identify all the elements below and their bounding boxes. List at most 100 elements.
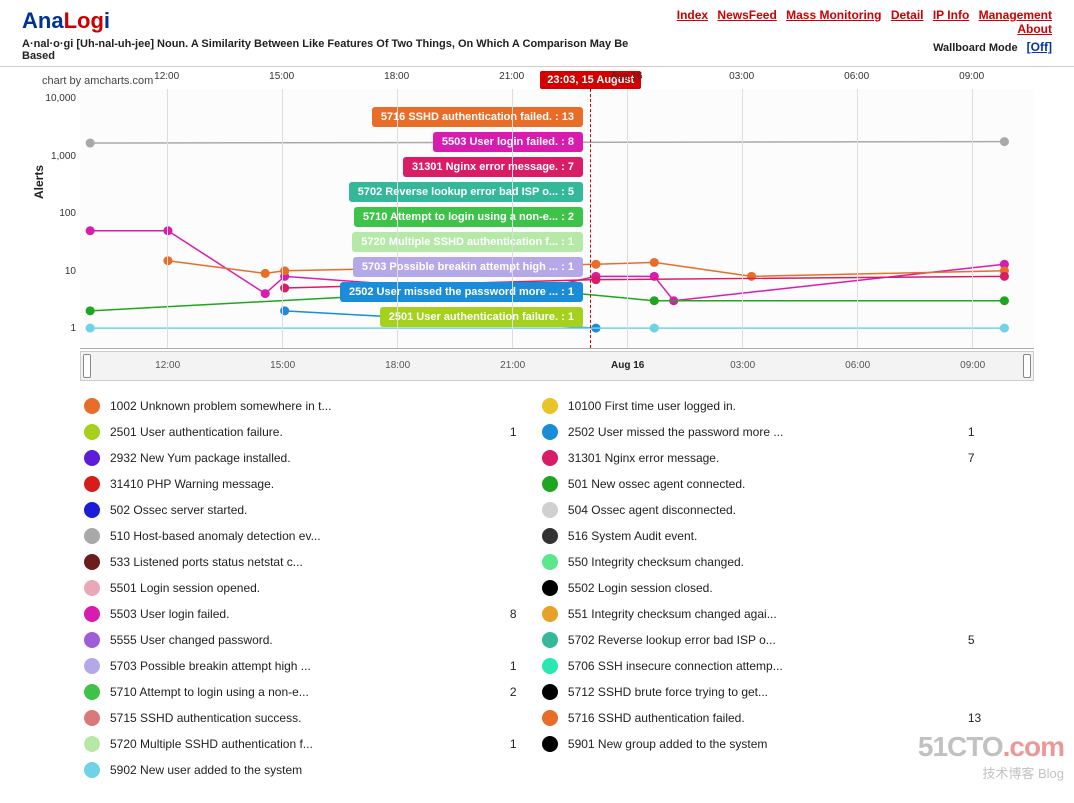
legend-swatch xyxy=(542,632,558,648)
legend-item[interactable]: 5501 Login session opened. xyxy=(80,575,538,601)
legend-label: 10100 First time user logged in. xyxy=(568,399,938,413)
y-tick: 1,000 xyxy=(38,151,76,162)
logo-part1: Ana xyxy=(22,8,64,33)
legend-item[interactable]: 5502 Login session closed. xyxy=(538,575,996,601)
time-scroller[interactable]: 12:0015:0018:0021:00Aug 1603:0006:0009:0… xyxy=(80,351,1034,381)
legend: 1002 Unknown problem somewhere in t... 25… xyxy=(80,393,1034,783)
legend-swatch xyxy=(542,580,558,596)
watermark-brand: 51CTO xyxy=(918,731,1003,762)
legend-label: 31410 PHP Warning message. xyxy=(110,477,480,491)
scroll-handle-right[interactable] xyxy=(1023,354,1031,378)
scroller-tick: 18:00 xyxy=(385,360,410,371)
legend-count: 1 xyxy=(510,425,534,439)
legend-label: 5710 Attempt to login using a non-e... xyxy=(110,685,480,699)
legend-item[interactable]: 550 Integrity checksum changed. xyxy=(538,549,996,575)
legend-label: 502 Ossec server started. xyxy=(110,503,480,517)
logo-part2: Log xyxy=(64,8,104,33)
tooltip-item: 2502 User missed the password more ... :… xyxy=(340,282,583,302)
legend-item[interactable]: 5555 User changed password. xyxy=(80,627,538,653)
legend-item[interactable]: 551 Integrity checksum changed agai... xyxy=(538,601,996,627)
legend-label: 2932 New Yum package installed. xyxy=(110,451,480,465)
legend-column-left: 1002 Unknown problem somewhere in t... 25… xyxy=(80,393,538,783)
cursor-line xyxy=(590,89,591,348)
chart-plot[interactable]: Alerts 23:03, 15 August 5716 SSHD authen… xyxy=(80,89,1034,349)
legend-swatch xyxy=(542,554,558,570)
legend-item[interactable]: 502 Ossec server started. xyxy=(80,497,538,523)
nav-mass-monitoring[interactable]: Mass Monitoring xyxy=(786,8,881,22)
plot-surface[interactable]: 23:03, 15 August 5716 SSHD authenticatio… xyxy=(80,89,1034,348)
scroller-tick: 21:00 xyxy=(500,360,525,371)
legend-label: 5703 Possible breakin attempt high ... xyxy=(110,659,480,673)
scroller-tick: 06:00 xyxy=(845,360,870,371)
nav-area: Index NewsFeed Mass Monitoring Detail IP… xyxy=(642,8,1052,54)
legend-item[interactable]: 5702 Reverse lookup error bad ISP o...5 xyxy=(538,627,996,653)
legend-label: 2501 User authentication failure. xyxy=(110,425,480,439)
tooltip-stack: 5716 SSHD authentication failed. : 13 550… xyxy=(340,107,583,327)
legend-item[interactable]: 2501 User authentication failure. 1 xyxy=(80,419,538,445)
legend-swatch xyxy=(84,450,100,466)
nav-about[interactable]: About xyxy=(1017,22,1052,36)
nav-management[interactable]: Management xyxy=(979,8,1052,22)
legend-item[interactable]: 31410 PHP Warning message. xyxy=(80,471,538,497)
legend-count: 13 xyxy=(968,711,992,725)
legend-swatch xyxy=(542,606,558,622)
legend-swatch xyxy=(542,450,558,466)
tooltip-item: 5702 Reverse lookup error bad ISP o... :… xyxy=(349,182,583,202)
legend-item[interactable]: 510 Host-based anomaly detection ev... xyxy=(80,523,538,549)
legend-item[interactable]: 501 New ossec agent connected. xyxy=(538,471,996,497)
legend-item[interactable]: 2502 User missed the password more ...1 xyxy=(538,419,996,445)
nav-ip-info[interactable]: IP Info xyxy=(933,8,969,22)
legend-item[interactable]: 5710 Attempt to login using a non-e...2 xyxy=(80,679,538,705)
legend-item[interactable]: 5902 New user added to the system xyxy=(80,757,538,783)
legend-swatch xyxy=(84,528,100,544)
wallboard-toggle[interactable]: [Off] xyxy=(1027,40,1052,54)
scroll-handle-left[interactable] xyxy=(83,354,91,378)
legend-label: 1002 Unknown problem somewhere in t... xyxy=(110,399,480,413)
x-tick: 12:00 xyxy=(154,71,179,82)
legend-label: 5716 SSHD authentication failed. xyxy=(568,711,938,725)
legend-label: 551 Integrity checksum changed agai... xyxy=(568,607,938,621)
tooltip-item: 5503 User login failed. : 8 xyxy=(433,132,583,152)
nav-newsfeed[interactable]: NewsFeed xyxy=(717,8,776,22)
nav-detail[interactable]: Detail xyxy=(891,8,924,22)
wallboard-mode: Wallboard Mode [Off] xyxy=(642,40,1052,54)
x-tick: 06:00 xyxy=(844,71,869,82)
scroller-tick: Aug 16 xyxy=(611,360,644,371)
legend-item[interactable]: 533 Listened ports status netstat c... xyxy=(80,549,538,575)
legend-item[interactable]: 516 System Audit event. xyxy=(538,523,996,549)
legend-swatch xyxy=(84,476,100,492)
legend-label: 5715 SSHD authentication success. xyxy=(110,711,480,725)
legend-swatch xyxy=(84,502,100,518)
legend-column-right: 10100 First time user logged in. 2502 Use… xyxy=(538,393,996,783)
legend-item[interactable]: 5703 Possible breakin attempt high ...1 xyxy=(80,653,538,679)
legend-label: 5706 SSH insecure connection attemp... xyxy=(568,659,938,673)
legend-item[interactable]: 5720 Multiple SSHD authentication f...1 xyxy=(80,731,538,757)
legend-swatch xyxy=(84,762,100,778)
legend-item[interactable]: 5503 User login failed.8 xyxy=(80,601,538,627)
y-tick: 1 xyxy=(38,323,76,334)
tooltip-item: 2501 User authentication failure. : 1 xyxy=(380,307,583,327)
watermark-tld: .com xyxy=(1003,731,1064,762)
legend-count: 7 xyxy=(968,451,992,465)
legend-swatch xyxy=(84,398,100,414)
legend-item[interactable]: 1002 Unknown problem somewhere in t... xyxy=(80,393,538,419)
legend-item[interactable]: 10100 First time user logged in. xyxy=(538,393,996,419)
legend-item[interactable]: 5706 SSH insecure connection attemp... xyxy=(538,653,996,679)
legend-item[interactable]: 504 Ossec agent disconnected. xyxy=(538,497,996,523)
legend-item[interactable]: 5712 SSHD brute force trying to get... xyxy=(538,679,996,705)
legend-item[interactable]: 5716 SSHD authentication failed. 13 xyxy=(538,705,996,731)
legend-swatch xyxy=(542,684,558,700)
legend-count: 8 xyxy=(510,607,534,621)
legend-item[interactable]: 5715 SSHD authentication success. xyxy=(80,705,538,731)
tooltip-item: 5716 SSHD authentication failed. : 13 xyxy=(372,107,583,127)
legend-item[interactable]: 2932 New Yum package installed. xyxy=(80,445,538,471)
legend-item[interactable]: 31301 Nginx error message.7 xyxy=(538,445,996,471)
legend-swatch xyxy=(84,684,100,700)
legend-swatch xyxy=(542,736,558,752)
tooltip-item: 5710 Attempt to login using a non-e... :… xyxy=(354,207,583,227)
nav-index[interactable]: Index xyxy=(677,8,708,22)
legend-swatch xyxy=(84,658,100,674)
legend-swatch xyxy=(542,710,558,726)
y-axis-label: Alerts xyxy=(32,164,46,198)
legend-swatch xyxy=(84,710,100,726)
